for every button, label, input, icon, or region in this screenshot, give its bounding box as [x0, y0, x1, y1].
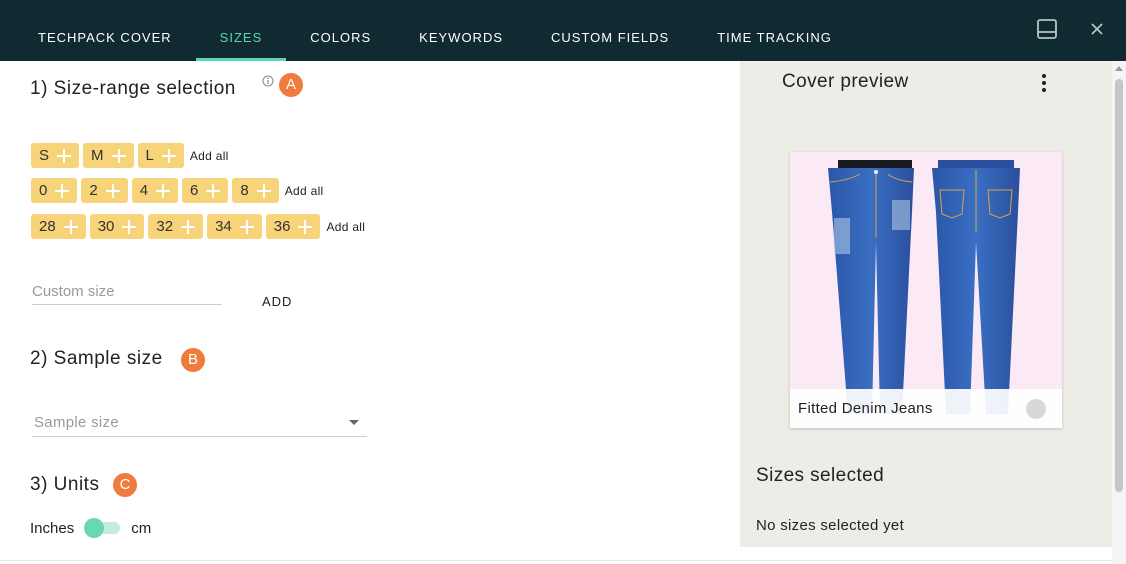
size-chip-8[interactable]: 8	[232, 178, 279, 203]
size-chip-label: 34	[215, 218, 232, 235]
size-chip-34[interactable]: 34	[207, 214, 262, 239]
cover-preview-panel: Cover preview Fitted Denim Jeans Sizes s…	[740, 61, 1112, 547]
sample-size-title: 2) Sample size	[30, 348, 163, 369]
add-custom-size-button[interactable]: ADD	[262, 294, 292, 309]
plus-icon	[158, 143, 180, 168]
size-chip-36[interactable]: 36	[265, 214, 321, 239]
custom-size-input[interactable]	[32, 279, 222, 305]
step-badge-c: C	[113, 473, 137, 497]
tab-colors[interactable]: COLORS	[286, 0, 395, 61]
size-group-letters: S M L Add all	[31, 143, 229, 168]
size-chip-label: 32	[156, 218, 174, 235]
divider	[0, 560, 1112, 561]
tab-time-tracking[interactable]: TIME TRACKING	[693, 0, 856, 61]
product-image	[828, 160, 1020, 414]
units-title: 3) Units	[30, 474, 100, 495]
plus-icon	[102, 178, 124, 203]
add-all-letters-button[interactable]: Add all	[190, 149, 229, 163]
plus-icon	[60, 214, 82, 239]
size-chip-6[interactable]: 6	[182, 178, 229, 203]
cover-preview-title: Cover preview	[782, 71, 909, 92]
plus-icon	[253, 178, 275, 203]
product-card[interactable]: Fitted Denim Jeans	[790, 152, 1062, 428]
sample-size-select[interactable]: Sample size	[32, 410, 367, 437]
add-all-waist-button[interactable]: Add all	[326, 220, 365, 234]
sample-size-placeholder: Sample size	[34, 414, 120, 431]
size-chip-30[interactable]: 30	[89, 214, 145, 239]
size-chip-32[interactable]: 32	[148, 214, 204, 239]
chevron-down-icon	[349, 420, 359, 425]
size-chip-label: 2	[89, 182, 98, 199]
size-chip-label: 0	[39, 182, 48, 199]
plus-icon	[236, 214, 258, 239]
size-chip-label: 6	[190, 182, 199, 199]
units-toggle[interactable]	[84, 518, 122, 538]
tab-sizes[interactable]: SIZES	[195, 0, 287, 61]
size-chip-2[interactable]: 2	[81, 178, 128, 203]
size-chip-s[interactable]: S	[31, 143, 80, 168]
size-chip-4[interactable]: 4	[131, 178, 179, 203]
tab-custom-fields[interactable]: CUSTOM FIELDS	[527, 0, 693, 61]
plus-icon	[51, 178, 73, 203]
vertical-scrollbar[interactable]	[1112, 61, 1126, 564]
plus-icon	[177, 214, 199, 239]
color-swatch-dot[interactable]	[1026, 399, 1046, 419]
tab-keywords[interactable]: KEYWORDS	[395, 0, 527, 61]
scrollbar-thumb[interactable]	[1115, 79, 1123, 492]
size-chip-label: 8	[240, 182, 249, 199]
size-chip-label: L	[145, 147, 154, 164]
sizes-empty-message: No sizes selected yet	[756, 517, 905, 534]
step-badge-b: B	[181, 348, 205, 372]
size-group-numeric: 0 2 4 6 8 Add all	[31, 178, 324, 203]
size-chip-label: M	[91, 147, 104, 164]
add-all-numeric-button[interactable]: Add all	[285, 184, 324, 198]
plus-icon	[152, 178, 174, 203]
plus-icon	[53, 143, 75, 168]
tab-techpack-cover[interactable]: TECHPACK COVER	[14, 0, 196, 61]
size-chip-28[interactable]: 28	[31, 214, 86, 239]
size-chip-label: S	[39, 147, 50, 164]
size-range-title: 1) Size-range selection	[30, 78, 236, 99]
product-name: Fitted Denim Jeans	[798, 400, 933, 417]
units-inches-label: Inches	[30, 519, 75, 537]
plus-icon	[108, 143, 130, 168]
plus-icon	[202, 178, 224, 203]
size-chip-label: 30	[97, 218, 115, 235]
product-card-footer: Fitted Denim Jeans	[790, 389, 1062, 428]
units-cm-label: cm	[131, 519, 152, 537]
size-group-waist: 28 30 32 34 36 Add all	[31, 214, 365, 239]
plus-icon	[118, 214, 140, 239]
info-icon[interactable]	[262, 74, 274, 92]
scroll-up-icon[interactable]	[1115, 66, 1123, 71]
plus-icon	[294, 214, 316, 239]
sizes-selected-title: Sizes selected	[756, 465, 885, 486]
size-chip-m[interactable]: M	[83, 143, 134, 168]
panel-layout-icon[interactable]	[1034, 16, 1060, 42]
units-toggle-row: Inches cm	[30, 518, 152, 538]
top-navigation-bar: TECHPACK COVER SIZES COLORS KEYWORDS CUS…	[0, 0, 1126, 61]
toggle-thumb	[84, 518, 105, 538]
more-vertical-icon[interactable]	[1036, 73, 1052, 93]
close-icon[interactable]	[1084, 16, 1110, 42]
sizes-form: 1) Size-range selection A S M L Add all …	[0, 61, 740, 564]
tab-list: TECHPACK COVER SIZES COLORS KEYWORDS CUS…	[0, 0, 856, 61]
size-chip-0[interactable]: 0	[31, 178, 78, 203]
size-chip-label: 4	[139, 182, 149, 199]
size-chip-label: 28	[39, 218, 56, 235]
step-badge-a: A	[279, 73, 303, 97]
size-chip-label: 36	[273, 218, 291, 235]
size-chip-l[interactable]: L	[137, 143, 184, 168]
